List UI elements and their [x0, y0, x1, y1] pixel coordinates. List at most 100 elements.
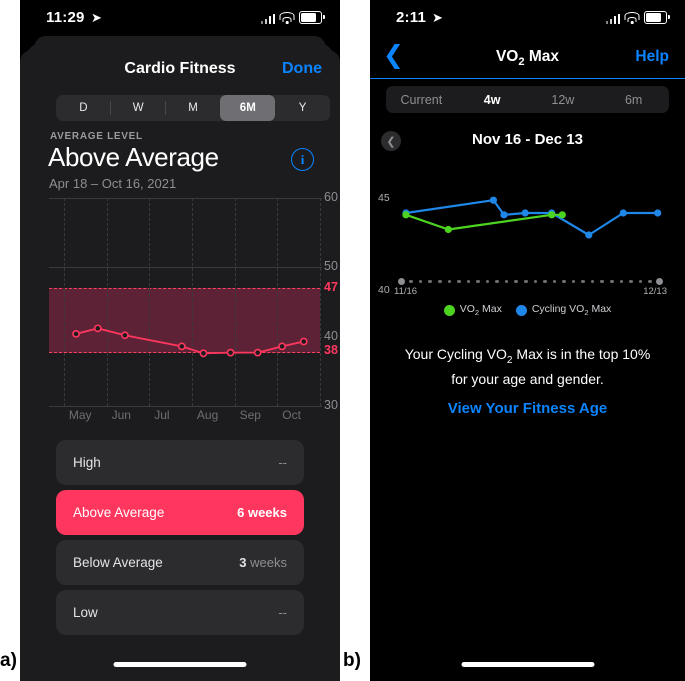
x-axis-dot [447, 279, 452, 283]
x-axis-dot [648, 279, 652, 283]
insight-part1: Your Cycling VO [404, 346, 507, 362]
x-axis-endpoint-dot [398, 277, 405, 285]
status-icons [260, 11, 325, 24]
segment-6m[interactable]: 6M [220, 95, 276, 121]
x-axis-tick: Jul [154, 408, 170, 422]
segment-y[interactable]: Y [275, 95, 330, 121]
y-axis-tick: 40 [324, 328, 338, 343]
row-label: Below Average [73, 555, 163, 570]
battery-icon [299, 11, 325, 24]
date-range-label: Apr 18 – Oct 16, 2021 [49, 176, 177, 191]
legend-label-tail: Max [588, 303, 612, 315]
phone-screenshot-a: 11:29 ➤ Cardio Fitness Done D W M 6M Y A… [20, 0, 340, 681]
chart-legend: VO2 Max Cycling VO2 Max [370, 303, 685, 317]
x-axis-dot [428, 279, 432, 283]
x-axis-dot [638, 279, 643, 283]
row-value-unit: weeks [250, 555, 287, 570]
y-axis-tick: 50 [324, 259, 338, 274]
x-axis-dot [610, 279, 614, 283]
x-axis-dot [581, 279, 585, 283]
list-item[interactable]: Below Average 3 weeks [56, 540, 304, 585]
insight-message: Your Cycling VO2 Max is in the top 10% f… [396, 345, 659, 388]
row-value-number: 3 [239, 555, 247, 570]
list-item[interactable]: Above Average 6 weeks [56, 490, 304, 535]
legend-item-cycling-vo2max: Cycling VO2 Max [515, 303, 611, 317]
y-axis-tick: 45 [378, 192, 390, 205]
cardio-fitness-line-series [72, 324, 308, 358]
nav-bar-a: Cardio Fitness Done [20, 50, 340, 90]
x-axis-dot [495, 279, 499, 283]
level-breakdown-list: High -- Above Average 6 weeks Below Aver… [56, 440, 304, 640]
row-value: 3 weeks [239, 555, 287, 570]
insight-part3: age and gender. [502, 370, 604, 387]
phone-screenshot-b: 2:11 ➤ ❮ VO2 Max Help Current 4w 12w 6m … [370, 0, 685, 681]
x-axis-dot [409, 279, 413, 283]
wifi-icon [279, 12, 295, 24]
battery-icon [644, 11, 670, 24]
y-axis-tick-highlight: 38 [324, 342, 338, 357]
x-axis-dot [457, 279, 461, 283]
legend-label-main: Cycling VO [531, 303, 585, 315]
vo2-max-line-series [402, 196, 662, 239]
cardio-fitness-chart [49, 198, 322, 407]
segment-m[interactable]: M [166, 95, 221, 121]
x-axis-dot [590, 279, 595, 283]
help-button[interactable]: Help [635, 48, 669, 66]
x-axis-dot [600, 279, 604, 283]
x-axis-dot [514, 279, 518, 283]
x-axis-dot [466, 279, 471, 283]
legend-swatch-green [443, 304, 455, 316]
segment-4w[interactable]: 4w [457, 86, 528, 113]
x-axis-dot [543, 279, 547, 283]
x-axis-tick: Oct [282, 408, 301, 422]
x-axis-tick: Sep [239, 408, 261, 422]
y-axis-tick: 30 [324, 398, 338, 412]
x-axis-dot [485, 279, 490, 283]
home-indicator [461, 662, 594, 667]
x-axis-dot [533, 279, 538, 283]
list-item[interactable]: Low -- [56, 590, 304, 635]
segment-6m[interactable]: 6m [598, 86, 669, 113]
status-icons [605, 11, 670, 24]
row-value-unit: weeks [247, 505, 287, 520]
x-axis-endpoint-dot [656, 277, 663, 285]
x-axis-tick: Jun [111, 408, 131, 422]
x-axis-dot [562, 279, 566, 283]
chart-b-x-axis-dots [398, 277, 663, 285]
x-axis-dot [571, 279, 576, 283]
segment-current[interactable]: Current [386, 86, 457, 113]
row-value-number: 6 [237, 505, 245, 520]
page-title-tail: Max [524, 48, 560, 65]
headline-value: Above Average [48, 142, 219, 172]
segment-d[interactable]: D [56, 95, 111, 121]
done-button[interactable]: Done [282, 60, 322, 78]
row-value: -- [278, 605, 287, 620]
segment-12w[interactable]: 12w [528, 86, 599, 113]
segment-w[interactable]: W [111, 95, 166, 121]
row-label: Low [73, 605, 98, 620]
chart-gridline [49, 406, 322, 407]
status-time: 11:29 [46, 9, 85, 26]
cellular-bars-icon [260, 13, 275, 24]
x-axis-dot [552, 279, 557, 283]
list-item[interactable]: High -- [56, 440, 304, 485]
x-axis-start-label: 11/16 [394, 286, 418, 297]
nav-bar-b: ❮ VO2 Max Help [370, 36, 685, 79]
x-axis-dot [476, 279, 480, 283]
chart-gridline-vertical [319, 198, 322, 406]
row-value: 6 weeks [237, 505, 287, 520]
vo2-max-chart [370, 180, 685, 290]
range-segmented-control-b[interactable]: Current 4w 12w 6m [386, 86, 669, 113]
legend-label-tail: Max [479, 303, 502, 315]
view-fitness-age-link[interactable]: View Your Fitness Age [370, 400, 685, 417]
info-circle-icon[interactable]: i [291, 148, 314, 171]
legend-label: Cycling VO2 Max [532, 303, 611, 317]
home-indicator [113, 662, 247, 667]
location-arrow-icon: ➤ [432, 10, 443, 25]
legend-item-vo2max: VO2 Max [443, 303, 502, 317]
status-bar-b: 2:11 ➤ [370, 0, 685, 36]
range-segmented-control-a[interactable]: D W M 6M Y [56, 95, 330, 121]
y-axis-tick: 60 [324, 190, 338, 204]
row-label: Above Average [73, 505, 165, 520]
page-title-main: VO [495, 48, 519, 65]
